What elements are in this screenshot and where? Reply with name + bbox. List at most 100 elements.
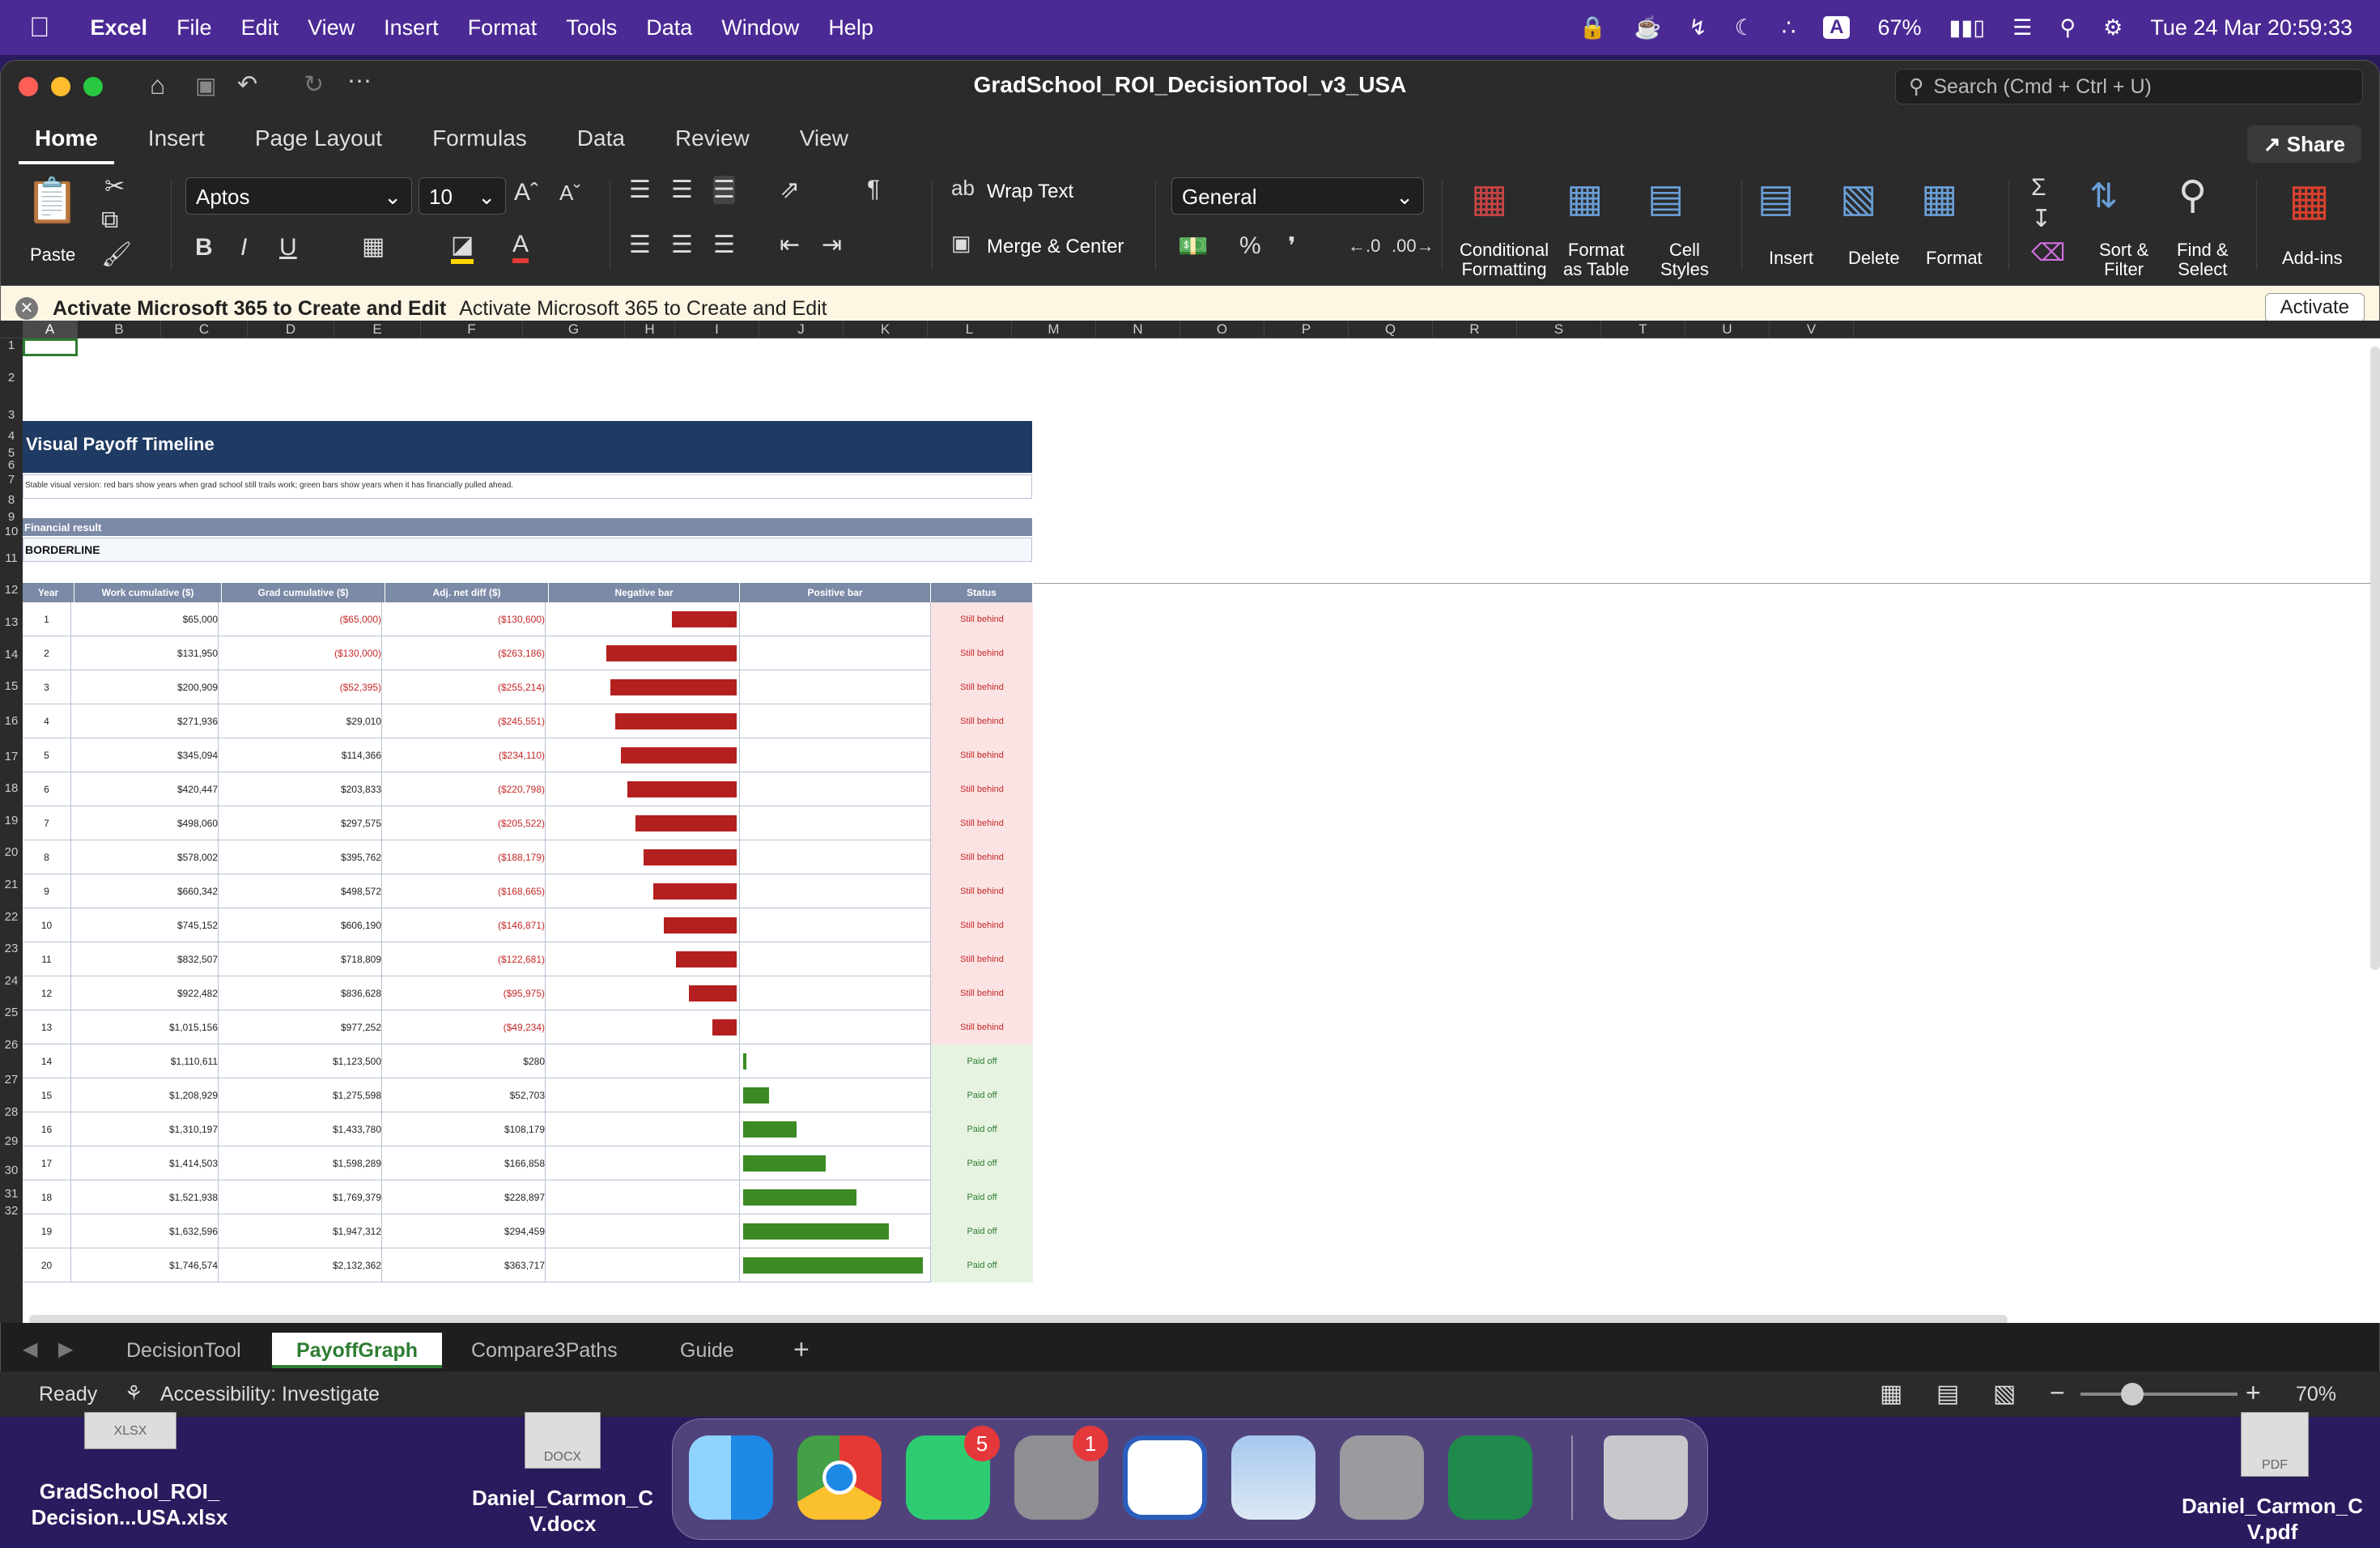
table-cell-work[interactable]: $922,482 — [74, 976, 219, 1010]
row-header-28[interactable]: 28 — [0, 1105, 23, 1119]
format-cells-icon[interactable]: ▦ — [1921, 176, 1957, 221]
sheet-tab-payoffgraph[interactable]: PayoffGraph — [272, 1333, 443, 1368]
currency-icon[interactable]: 💵 — [1178, 232, 1208, 261]
align-middle-icon[interactable]: ☰ — [671, 176, 693, 204]
cell-styles-button[interactable]: Cell Styles — [1660, 240, 1709, 279]
align-center-icon[interactable]: ☰ — [671, 231, 693, 259]
sheet-tab-compare3paths[interactable]: Compare3Paths — [447, 1333, 642, 1368]
column-header-s[interactable]: S — [1517, 321, 1601, 338]
text-direction-icon[interactable]: ¶ — [867, 176, 880, 203]
table-cell-year[interactable]: 7 — [23, 806, 71, 840]
table-header-cell[interactable]: Status — [931, 583, 1033, 602]
table-cell-diff[interactable]: $108,179 — [385, 1112, 546, 1146]
table-cell-grad[interactable]: $2,132,362 — [222, 1248, 382, 1282]
column-header-k[interactable]: K — [844, 321, 928, 338]
column-header-g[interactable]: G — [523, 321, 625, 338]
column-header-u[interactable]: U — [1685, 321, 1770, 338]
table-cell-diff[interactable]: ($49,234) — [385, 1010, 546, 1044]
positive-bar-cell[interactable] — [740, 806, 931, 840]
column-header-j[interactable]: J — [759, 321, 844, 338]
zoom-out-button[interactable]: − — [2050, 1378, 2065, 1408]
table-cell-work[interactable]: $1,414,503 — [74, 1146, 219, 1180]
banner-close-icon[interactable]: ✕ — [15, 297, 38, 320]
positive-bar-cell[interactable] — [740, 636, 931, 670]
table-cell-diff[interactable]: ($255,214) — [385, 670, 546, 704]
positive-bar-cell[interactable] — [740, 1044, 931, 1078]
tab-insert[interactable]: Insert — [132, 113, 221, 164]
table-cell-grad[interactable]: $29,010 — [222, 704, 382, 738]
table-cell-diff[interactable]: $52,703 — [385, 1078, 546, 1112]
horizontal-scrollbar[interactable] — [29, 1315, 2008, 1323]
delete-cells-icon[interactable]: ▧ — [1840, 176, 1876, 221]
page-layout-view-icon[interactable]: ▤ — [1936, 1380, 1959, 1408]
font-name-select[interactable]: Aptos ⌄ — [185, 177, 412, 215]
accessibility-icon[interactable]: ⚘ — [125, 1381, 142, 1406]
iphone-mirroring-icon[interactable] — [1340, 1435, 1424, 1520]
table-cell-work[interactable]: $1,746,574 — [74, 1248, 219, 1282]
status-cell[interactable]: Still behind — [931, 874, 1033, 908]
decrease-font-icon[interactable]: Aˇ — [559, 181, 580, 206]
find-select-button[interactable]: Find & Select — [2177, 240, 2229, 279]
conditional-formatting-icon[interactable]: ▦ — [1471, 176, 1507, 221]
table-cell-work[interactable]: $660,342 — [74, 874, 219, 908]
table-cell-year[interactable]: 8 — [23, 840, 71, 874]
negative-bar-cell[interactable] — [549, 1248, 740, 1282]
table-cell-year[interactable]: 15 — [23, 1078, 71, 1112]
status-cell[interactable]: Paid off — [931, 1214, 1033, 1248]
column-header-v[interactable]: V — [1770, 321, 1854, 338]
status-cell[interactable]: Paid off — [931, 1078, 1033, 1112]
battery-icon[interactable]: ▮▮▯ — [1949, 15, 1986, 40]
table-cell-diff[interactable]: $294,459 — [385, 1214, 546, 1248]
fill-color-icon[interactable]: ◪ — [451, 231, 474, 264]
row-header-1[interactable]: 1 — [0, 338, 23, 352]
add-sheet-icon[interactable]: + — [793, 1334, 810, 1366]
table-cell-work[interactable]: $1,208,929 — [74, 1078, 219, 1112]
row-header-29[interactable]: 29 — [0, 1134, 23, 1148]
zoom-slider[interactable] — [2080, 1393, 2238, 1396]
xlsx-file-icon[interactable]: XLSX — [84, 1412, 176, 1449]
row-header-20[interactable]: 20 — [0, 845, 23, 859]
row-header-22[interactable]: 22 — [0, 910, 23, 924]
row-header-7[interactable]: 7 — [0, 473, 23, 487]
row-header-13[interactable]: 13 — [0, 615, 23, 629]
table-header-cell[interactable]: Grad cumulative ($) — [222, 583, 385, 602]
table-cell-year[interactable]: 10 — [23, 908, 71, 942]
bold-button[interactable]: B — [195, 234, 213, 262]
preview-icon[interactable] — [1231, 1435, 1315, 1520]
column-header-b[interactable]: B — [78, 321, 161, 338]
table-cell-year[interactable]: 14 — [23, 1044, 71, 1078]
paste-icon[interactable]: 📋 — [25, 176, 79, 227]
status-cell[interactable]: Paid off — [931, 1180, 1033, 1214]
table-header-cell[interactable]: Positive bar — [740, 583, 931, 602]
decrease-decimal-icon[interactable]: .00→ — [1392, 236, 1434, 257]
percent-icon[interactable]: % — [1239, 232, 1261, 260]
cut-icon[interactable]: ✂ — [104, 172, 125, 201]
input-source-indicator[interactable]: A — [1823, 16, 1851, 39]
table-header-cell[interactable]: Negative bar — [549, 583, 740, 602]
table-cell-work[interactable]: $745,152 — [74, 908, 219, 942]
chrome-icon[interactable] — [797, 1435, 882, 1520]
autosum-icon[interactable]: Σ — [2031, 174, 2046, 202]
desktop-file-pdf[interactable]: Daniel_Carmon_C V.pdf — [2165, 1493, 2380, 1545]
increase-font-icon[interactable]: Aˆ — [514, 179, 538, 206]
worksheet-grid[interactable]: Visual Payoff Timeline Stable visual ver… — [23, 338, 2380, 1323]
borders-icon[interactable]: ▦ — [362, 232, 385, 261]
table-cell-diff[interactable]: ($188,179) — [385, 840, 546, 874]
align-right-icon[interactable]: ☰ — [713, 231, 735, 259]
underline-button[interactable]: U — [279, 234, 297, 262]
table-cell-year[interactable]: 20 — [23, 1248, 71, 1282]
menu-file[interactable]: File — [176, 15, 212, 40]
format-as-table-icon[interactable]: ▦ — [1566, 176, 1603, 221]
menu-tools[interactable]: Tools — [566, 15, 617, 40]
row-header-18[interactable]: 18 — [0, 781, 23, 795]
tab-formulas[interactable]: Formulas — [416, 113, 543, 164]
table-cell-grad[interactable]: ($130,000) — [222, 636, 382, 670]
docx-file-icon[interactable]: DOCX — [525, 1412, 601, 1469]
sort-filter-icon[interactable]: ⇅ — [2089, 176, 2118, 215]
status-cell[interactable]: Still behind — [931, 772, 1033, 806]
table-cell-year[interactable]: 4 — [23, 704, 71, 738]
sheet-tab-decisiontool[interactable]: DecisionTool — [102, 1333, 266, 1368]
apple-icon[interactable]:  — [29, 12, 50, 44]
menu-data[interactable]: Data — [646, 15, 692, 40]
active-cell-a1[interactable] — [23, 338, 78, 356]
